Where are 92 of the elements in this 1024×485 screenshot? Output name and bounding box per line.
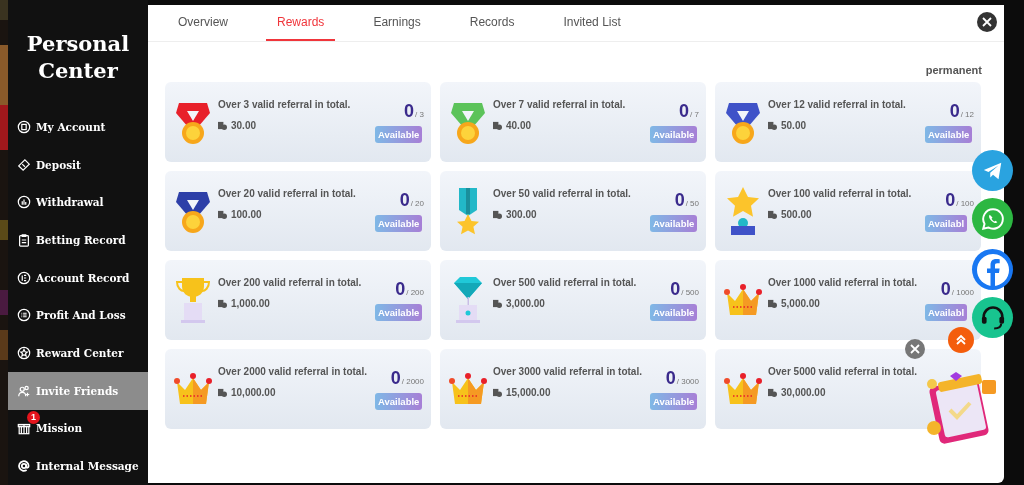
- progress-count: 0: [395, 279, 406, 300]
- notification-badge: 1: [27, 410, 40, 424]
- reward-title: Over 100 valid referral in total.: [768, 188, 913, 199]
- reward-amount: 5,000.00: [781, 298, 820, 309]
- coin-icon: [218, 299, 227, 308]
- reward-title: Over 50 valid referral in total.: [493, 188, 632, 199]
- reward-amount: 100.00: [231, 209, 262, 220]
- coin-icon: [768, 121, 777, 130]
- sidebar-item[interactable]: Deposit: [8, 145, 148, 184]
- reward-amount: 10,000.00: [231, 387, 276, 398]
- reward-title: Over 20 valid referral in total.: [218, 188, 357, 199]
- sidebar-item[interactable]: Reward Center: [8, 334, 148, 372]
- progress-target: / 12: [960, 110, 974, 119]
- reward-amount: 40.00: [506, 120, 532, 131]
- reward-amount: 3,000.00: [506, 298, 545, 309]
- progress-target: / 1000: [951, 288, 974, 297]
- progress-target: / 3: [415, 110, 424, 119]
- sidebar-item[interactable]: Mission 1: [8, 409, 148, 448]
- f-logo-icon: [974, 251, 1011, 288]
- reward-title: Over 5000 valid referral in total.: [768, 366, 918, 377]
- list-icon: [17, 308, 31, 323]
- trophy-icon: [174, 275, 212, 325]
- reward-title: Over 200 valid referral in total.: [218, 277, 363, 288]
- reward-title: Over 3 valid referral in total.: [218, 99, 352, 110]
- tab[interactable]: Earnings: [362, 5, 432, 41]
- coin-icon: [493, 388, 502, 397]
- sidebar-item[interactable]: My Account: [8, 108, 148, 146]
- sidebar-item[interactable]: Account Record: [8, 258, 148, 297]
- ticket-icon: [17, 157, 31, 172]
- phone-bubble-icon: [979, 205, 1006, 232]
- tab[interactable]: Overview: [167, 5, 239, 41]
- close-icon: [982, 17, 992, 27]
- reward-amount: 500.00: [781, 209, 812, 220]
- coin-icon: [493, 121, 502, 130]
- progress-target: / 7: [690, 110, 699, 119]
- progress-count: 0: [945, 190, 956, 211]
- reward-amount: 30,000.00: [781, 387, 826, 398]
- chart-icon: [17, 195, 31, 210]
- list-icon: [17, 270, 31, 285]
- star-trophy-icon: [724, 186, 762, 236]
- progress-target: / 20: [410, 199, 424, 208]
- coin-icon: [218, 121, 227, 130]
- star-icon: [17, 346, 31, 361]
- tab[interactable]: Rewards: [266, 5, 336, 41]
- at-icon: [17, 459, 31, 474]
- progress-count: 0: [390, 368, 401, 389]
- reward-title: Over 12 valid referral in total.: [768, 99, 907, 110]
- reward-title: Over 7 valid referral in total.: [493, 99, 627, 110]
- coin-icon: [493, 210, 502, 219]
- clipboard-icon: [17, 232, 31, 247]
- reward-amount: 30.00: [231, 120, 257, 131]
- progress-count: 0: [679, 101, 690, 122]
- coin-icon: [218, 388, 227, 397]
- reward-amount: 15,000.00: [506, 387, 551, 398]
- tab[interactable]: Records: [458, 5, 526, 41]
- progress-count: 0: [670, 279, 681, 300]
- sidebar-item[interactable]: Betting Record: [8, 221, 148, 259]
- progress-target: / 3000: [676, 377, 699, 386]
- gift-icon: [17, 421, 31, 436]
- progress-count: 0: [399, 190, 410, 211]
- coin-icon: [493, 299, 502, 308]
- reward-title: Over 1000 valid referral in total.: [768, 277, 918, 288]
- reward-amount: 1,000.00: [231, 298, 270, 309]
- double-chevron-up-icon: [954, 333, 968, 347]
- sidebar-item[interactable]: Profit And Loss: [8, 296, 148, 335]
- coin-icon: [218, 210, 227, 219]
- progress-count: 0: [665, 368, 676, 389]
- progress-target: / 50: [685, 199, 699, 208]
- reward-title: Over 3000 valid referral in total.: [493, 366, 643, 377]
- sidebar-title: Personal Center: [25, 30, 131, 85]
- coin-icon: [768, 210, 777, 219]
- reward-title: Over 2000 valid referral in total.: [218, 366, 368, 377]
- progress-target: / 500: [681, 288, 699, 297]
- progress-count: 0: [940, 279, 951, 300]
- reward-amount: 300.00: [506, 209, 537, 220]
- progress-count: 0: [949, 101, 960, 122]
- progress-count: 0: [674, 190, 685, 211]
- coin-icon: [768, 388, 777, 397]
- tab[interactable]: Invited List: [552, 5, 632, 41]
- reward-amount: 50.00: [781, 120, 807, 131]
- account-icon: [17, 119, 31, 134]
- people-icon: [17, 383, 31, 398]
- period-label: permanent: [925, 64, 982, 76]
- progress-target: / 200: [406, 288, 424, 297]
- progress-target: / 100: [956, 199, 974, 208]
- reward-title: Over 500 valid referral in total.: [493, 277, 638, 288]
- coin-icon: [768, 299, 777, 308]
- sidebar-item[interactable]: Internal Message: [8, 447, 148, 485]
- progress-count: 0: [404, 101, 415, 122]
- close-icon: [910, 344, 920, 354]
- progress-target: / 2000: [401, 377, 424, 386]
- sidebar-item[interactable]: Withdrawal: [8, 183, 148, 222]
